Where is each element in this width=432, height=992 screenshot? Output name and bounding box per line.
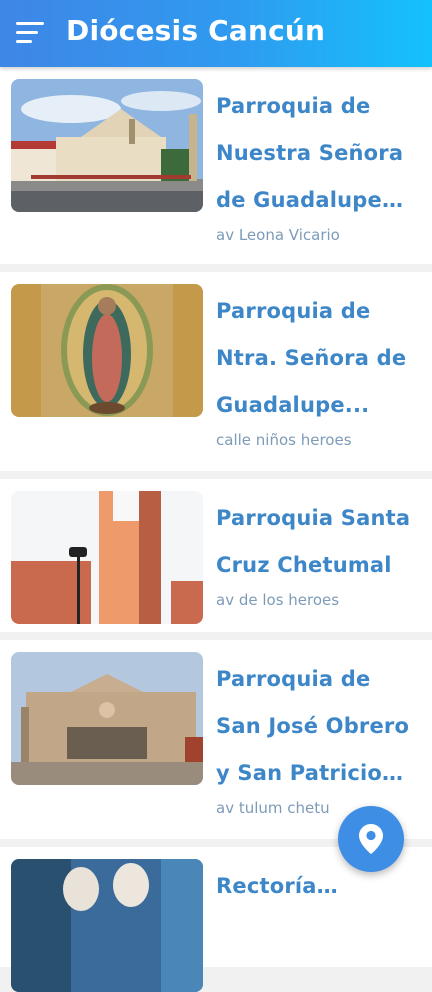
location-pin-icon[interactable] <box>338 806 404 872</box>
parish-card[interactable]: Parroquia de Nuestra Señora de Guadalupe… <box>0 67 432 264</box>
parish-name: Parroquia de Nuestra Señora de Guadalupe… <box>216 94 404 212</box>
parish-address: av Leona Vicario <box>216 226 340 244</box>
parish-card[interactable]: Parroquia de Ntra. Señora de Guadalupe..… <box>0 272 432 471</box>
parish-name: Rectoría Sagrada <box>216 874 317 898</box>
parish-photo <box>11 652 203 785</box>
parish-card[interactable]: Parroquia Santa Cruz Chetumal av de los … <box>0 479 432 632</box>
parish-photo <box>11 79 203 212</box>
parish-name: Parroquia Santa Cruz Chetumal <box>216 506 411 577</box>
parish-name: Parroquia de Ntra. Señora de Guadalupe..… <box>216 299 407 417</box>
app-bar: Diócesis Cancún <box>0 0 432 67</box>
parish-photo <box>11 859 203 992</box>
parish-name: Parroquia de San José Obrero y San Patri… <box>216 667 410 785</box>
menu-icon[interactable] <box>14 18 48 48</box>
app-title: Diócesis Cancún <box>66 14 326 47</box>
parish-address: av de los heroes <box>216 591 340 609</box>
parish-photo <box>11 491 203 624</box>
parish-photo <box>11 284 203 417</box>
parish-address: calle niños heroes <box>216 431 352 449</box>
